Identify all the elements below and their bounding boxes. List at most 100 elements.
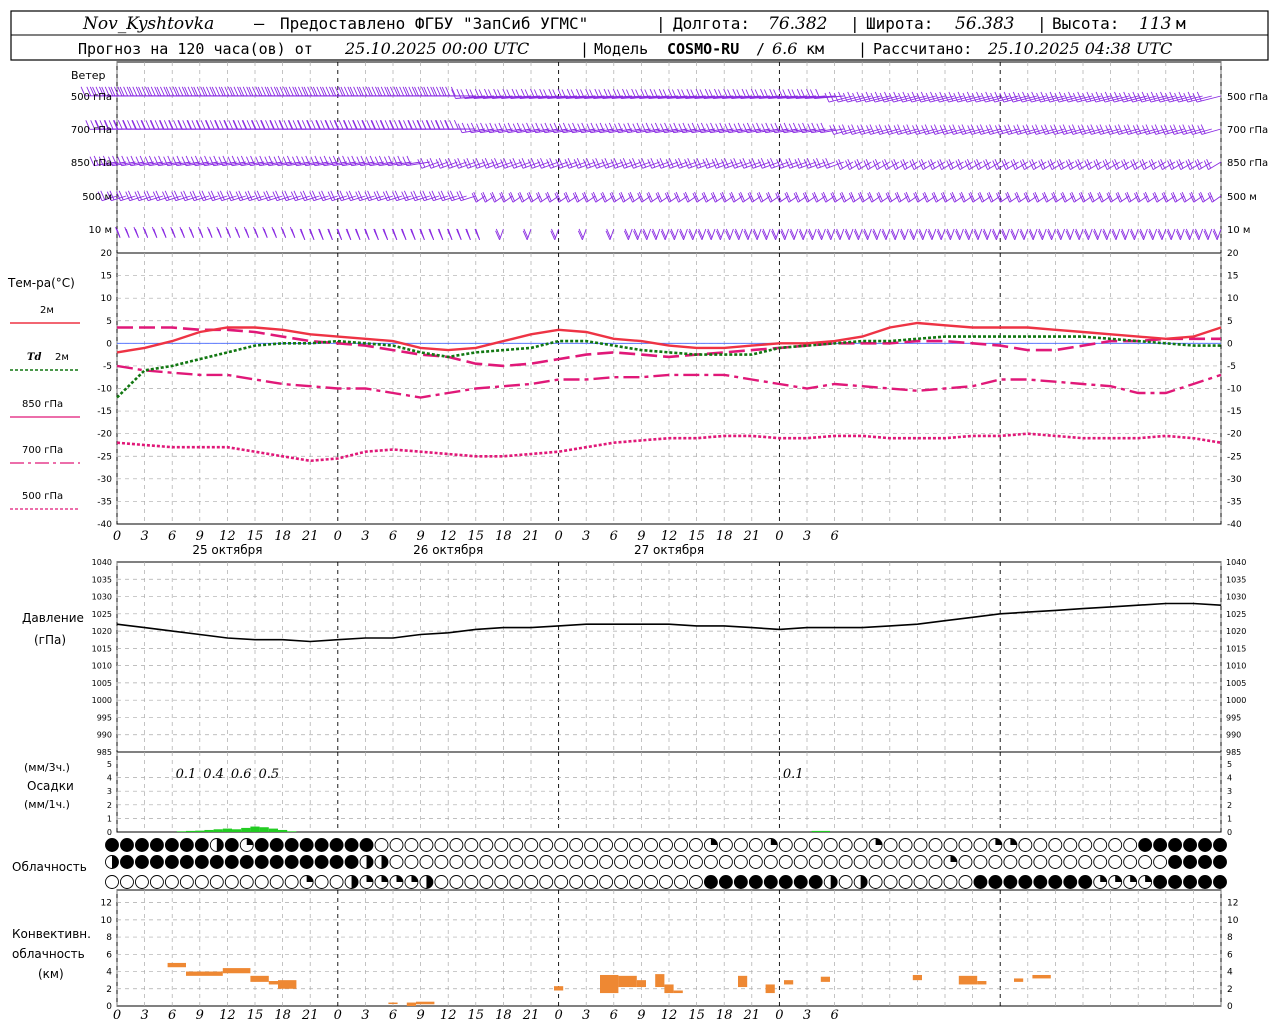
wind-barb-feather — [251, 86, 257, 97]
cloud-circle — [973, 875, 988, 889]
convective-bar — [186, 971, 223, 976]
wind-barb-feather — [613, 157, 619, 168]
pressure-ytick-right: 1005 — [1226, 679, 1246, 688]
temp-ytick-right: 5 — [1227, 317, 1233, 327]
wind-barb-shaft — [894, 228, 900, 240]
cloud-symbol — [194, 838, 209, 852]
wind-barb-feather — [444, 120, 450, 130]
wind-barb-feather — [224, 86, 230, 97]
wind-barb-shaft — [885, 228, 891, 240]
wind-barb-feather — [214, 120, 220, 130]
cloud-circle — [359, 838, 374, 852]
conv-hour-label: 6 — [168, 1008, 176, 1023]
cloud-symbol — [105, 838, 119, 852]
wind-barb-feather — [303, 86, 309, 97]
wind-barb-feather — [135, 86, 141, 96]
wind-barb — [133, 226, 139, 238]
cloud-circle — [134, 855, 149, 869]
wind-barb — [1203, 159, 1222, 170]
wind-level-left: 700 гПа — [71, 125, 112, 136]
wind-barb-feather — [193, 86, 199, 97]
wind-barb-feather — [191, 86, 196, 96]
wind-barb-shaft — [719, 228, 725, 240]
wind-barb-feather — [632, 157, 637, 168]
cloud-circle — [164, 875, 179, 889]
wind-barb-shaft — [646, 228, 652, 240]
wind-barb-shaft — [949, 228, 955, 240]
conv-ytick-left: 12 — [101, 899, 112, 909]
cloud-quarter — [411, 875, 418, 882]
cloud-circle — [1198, 855, 1212, 869]
wind-barb-feather — [310, 86, 316, 96]
cloud-symbol — [808, 855, 823, 869]
wind-barb — [964, 228, 974, 241]
precip-bar — [213, 829, 223, 832]
cloud-symbol — [883, 855, 898, 869]
wind-barb-feather — [274, 120, 280, 130]
cloud-symbol — [838, 838, 853, 852]
wind-barb-shaft — [1189, 228, 1194, 240]
wind-barb-feather — [426, 159, 432, 169]
wind-barb-feather — [292, 86, 298, 96]
wind-barb-feather — [260, 120, 266, 130]
cloud-symbol — [149, 875, 164, 889]
wind-barb-feather — [255, 120, 261, 130]
cloud-circle — [928, 875, 943, 889]
wind-barb-feather — [641, 157, 647, 168]
wind-barb-feather — [352, 120, 358, 130]
wind-barb-feather — [358, 86, 364, 97]
cloud-circle — [659, 875, 673, 889]
wind-barb-shaft — [554, 228, 560, 240]
cloud-circle — [733, 855, 748, 869]
cloud-symbol — [344, 855, 359, 869]
precip-ytick-right: 5 — [1227, 760, 1232, 769]
wind-barb-feather — [288, 86, 294, 97]
wind-barb-shaft — [655, 228, 661, 240]
cloud-symbol — [164, 838, 179, 852]
wind-barb-feather — [196, 86, 202, 97]
wind-barb — [679, 228, 688, 241]
conv-ytick-right: 10 — [1227, 916, 1239, 926]
cloud-symbol — [509, 875, 524, 889]
wind-barb-feather — [253, 226, 258, 237]
wind-barb — [179, 226, 185, 238]
wind-barb-feather — [806, 157, 812, 168]
cloud-symbol — [164, 875, 179, 889]
precip-bar — [195, 830, 205, 832]
wind-barb-feather — [665, 159, 671, 169]
cloud-circle — [1168, 875, 1183, 889]
conv-hour-label: 18 — [716, 1008, 733, 1023]
conv-hour-label: 18 — [274, 1008, 291, 1023]
conv-ytick-left: 10 — [101, 916, 113, 926]
wind-barb-feather — [119, 86, 125, 97]
wind-barb-feather — [292, 120, 298, 130]
wind-barb-feather — [373, 228, 379, 239]
wind-barb-feather — [200, 120, 206, 130]
temp-hour-label: 12 — [661, 529, 678, 544]
wind-level-right: 10 м — [1227, 225, 1250, 236]
wind-barb — [495, 228, 504, 241]
cloud-symbol — [359, 838, 374, 852]
cloud-symbol — [599, 855, 614, 869]
cloud-symbol — [299, 838, 314, 852]
wind-barb — [1212, 228, 1222, 241]
wind-barb-feather — [209, 86, 215, 96]
cloud-quarter — [1115, 875, 1122, 882]
cloud-symbol — [1048, 855, 1063, 869]
precip-sum-label: 0.1 — [783, 767, 804, 782]
cloud-symbol — [853, 855, 868, 869]
cloud-circle — [164, 855, 179, 869]
cloud-circle — [973, 838, 988, 852]
wind-barbs — [80, 86, 1222, 241]
wind-barb — [872, 228, 882, 241]
wind-barb-feather — [150, 120, 156, 130]
wind-barb — [465, 228, 471, 241]
wind-barb-feather — [214, 120, 220, 130]
wind-barb — [1185, 228, 1194, 241]
wind-barb-feather — [173, 120, 178, 130]
cloud-symbol — [224, 855, 239, 869]
cloud-circle — [254, 855, 269, 869]
cloud-symbol — [823, 855, 838, 869]
cloud-symbol — [449, 855, 464, 869]
wind-barb-shaft — [940, 228, 946, 240]
